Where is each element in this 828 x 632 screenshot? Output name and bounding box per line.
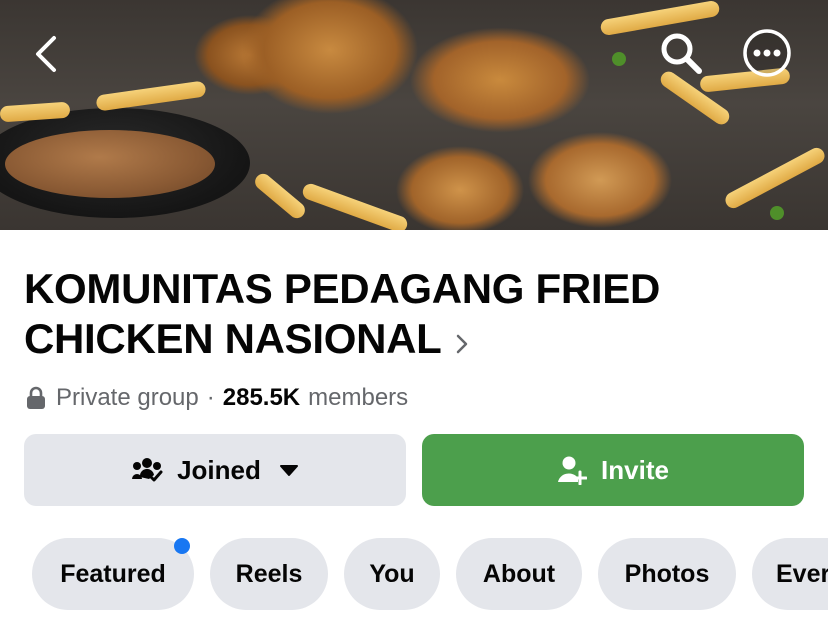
add-person-icon (557, 455, 588, 485)
search-button[interactable] (656, 28, 706, 78)
tab-you[interactable]: You (344, 538, 440, 610)
french-fry (251, 170, 309, 222)
tab-label: Featured (60, 559, 166, 588)
french-fry (300, 181, 410, 230)
french-fry (722, 145, 828, 211)
tab-events[interactable]: Ever (752, 538, 828, 610)
group-name[interactable]: KOMUNITAS PEDAGANG FRIED CHICKEN NASIONA… (24, 265, 660, 362)
tab-reels[interactable]: Reels (210, 538, 328, 610)
chevron-left-icon (36, 36, 56, 72)
tab-label: Ever (776, 559, 828, 588)
caret-down-icon (279, 463, 299, 477)
green-pea (770, 206, 784, 220)
members-label[interactable]: members (308, 384, 408, 412)
tab-label: You (369, 559, 415, 588)
tab-label: Photos (624, 559, 710, 588)
group-cover-photo[interactable] (0, 0, 828, 230)
group-title[interactable]: KOMUNITAS PEDAGANG FRIED CHICKEN NASIONA… (24, 264, 784, 367)
invite-button[interactable]: Invite (422, 434, 804, 506)
joined-button[interactable]: Joined (24, 434, 406, 506)
back-button[interactable] (22, 30, 70, 78)
joined-label: Joined (177, 454, 261, 485)
group-members-check-icon (131, 457, 163, 483)
tab-about[interactable]: About (456, 538, 582, 610)
group-meta: Private group · 285.5K members (26, 382, 408, 414)
sauce (5, 130, 215, 198)
lock-icon (26, 386, 46, 410)
notification-dot (174, 538, 190, 554)
green-pea (612, 52, 626, 66)
tab-label: Reels (235, 559, 303, 588)
more-horizontal-icon (743, 29, 791, 77)
separator-dot: · (206, 384, 215, 411)
group-tabs: Featured Reels You About Photos Ever (32, 538, 828, 610)
french-fry (95, 80, 207, 112)
privacy-label: Private group (56, 384, 199, 411)
search-icon (661, 33, 702, 74)
tab-photos[interactable]: Photos (598, 538, 736, 610)
member-count[interactable]: 285.5K (223, 384, 300, 412)
more-options-button[interactable] (742, 28, 792, 78)
chevron-right-icon[interactable] (454, 317, 470, 367)
tab-featured[interactable]: Featured (32, 538, 194, 610)
invite-label: Invite (601, 454, 669, 485)
tab-label: About (482, 559, 556, 588)
